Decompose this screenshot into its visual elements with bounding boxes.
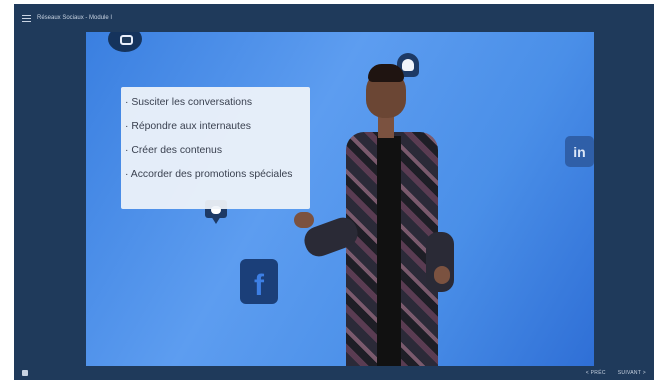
next-button[interactable]: SUIVANT >	[618, 370, 646, 376]
top-bar: Réseaux Sociaux - Module I	[14, 4, 654, 32]
facebook-icon: f	[240, 259, 278, 304]
bullet-item: · Créer des contenus	[125, 145, 223, 156]
previous-button[interactable]: < PRÉC	[586, 370, 606, 376]
course-title: Réseaux Sociaux - Module I	[37, 15, 113, 21]
chat-bubble-icon	[108, 32, 142, 52]
bullet-item: · Susciter les conversations	[125, 97, 253, 108]
presenter-shirt	[377, 136, 401, 366]
menu-icon[interactable]	[22, 14, 31, 22]
volume-icon[interactable]	[22, 370, 28, 376]
presenter-hair	[368, 64, 404, 82]
bullet-item: · Accorder des promotions spéciales	[125, 169, 293, 180]
bullet-item: · Répondre aux internautes	[125, 121, 251, 132]
player-frame: Réseaux Sociaux - Module I in f · Suscit…	[14, 4, 654, 380]
video-area[interactable]: in f · Susciter les conversations · Répo…	[86, 32, 594, 366]
navigation: < PRÉC SUIVANT >	[586, 370, 646, 376]
presenter	[276, 62, 456, 366]
bottom-bar: < PRÉC SUIVANT >	[14, 366, 654, 380]
presenter-right-hand	[434, 266, 450, 284]
linkedin-icon: in	[565, 136, 594, 167]
presenter-left-hand	[294, 212, 314, 228]
